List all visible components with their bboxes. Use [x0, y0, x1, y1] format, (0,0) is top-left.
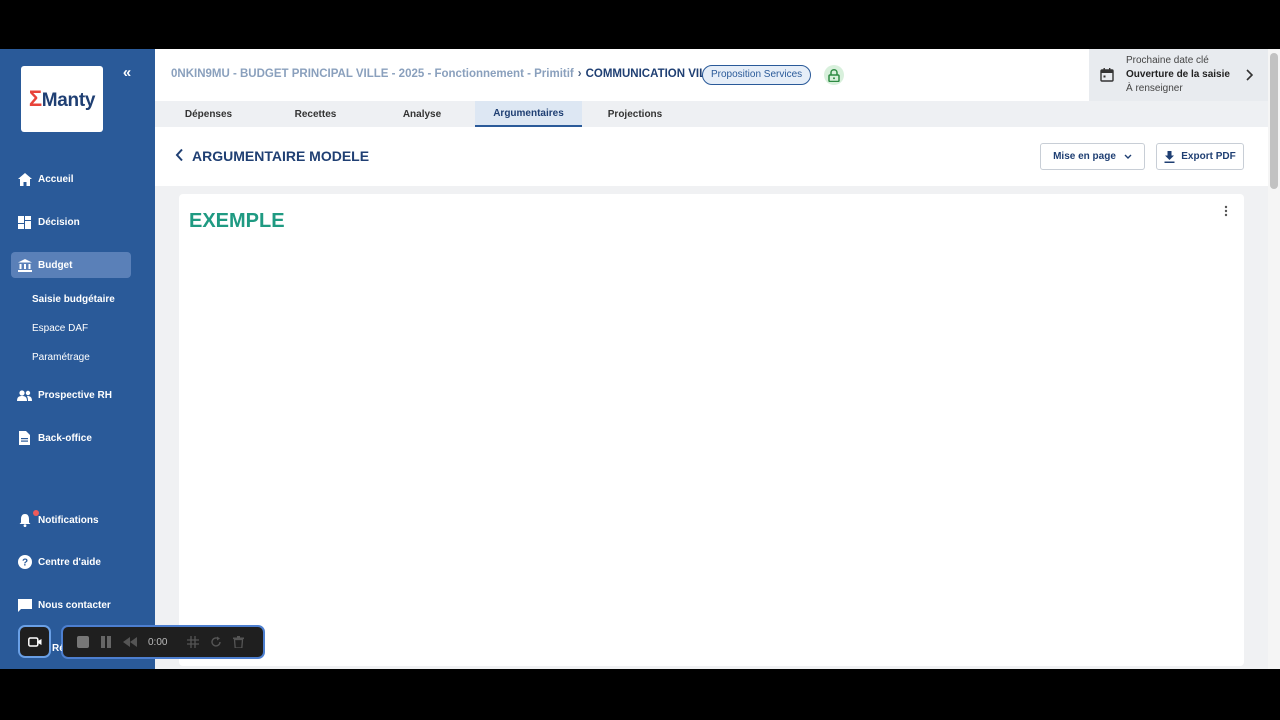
calendar-icon: [1100, 68, 1114, 87]
sidebar-item-label: Nous contacter: [38, 599, 111, 611]
page-title: ARGUMENTAIRE MODELE: [192, 148, 370, 164]
key-date-label: Prochaine date clé: [1126, 55, 1209, 66]
sidebar-item-prospective-rh[interactable]: Prospective RH: [11, 382, 131, 408]
tab-argumentaires[interactable]: Argumentaires: [475, 101, 582, 127]
recorder-camera-button[interactable]: [18, 625, 51, 658]
stop-icon[interactable]: [77, 636, 89, 648]
restart-icon[interactable]: [210, 636, 222, 648]
notification-dot: [33, 509, 39, 516]
sidebar-item-label: Centre d'aide: [38, 556, 101, 568]
recording-timer: 0:00: [148, 636, 168, 648]
breadcrumb-path[interactable]: 0NKIN9MU - BUDGET PRINCIPAL VILLE - 2025…: [171, 68, 574, 80]
sidebar-item-budget[interactable]: Budget: [11, 252, 131, 278]
letterbox-top: [0, 0, 1280, 49]
grid-icon[interactable]: [187, 636, 200, 648]
export-button-label: Export PDF: [1181, 151, 1236, 162]
sidebar-subitem-saisie-budgetaire[interactable]: Saisie budgétaire: [32, 294, 115, 305]
document-heading[interactable]: EXEMPLE: [189, 210, 285, 233]
scrollbar-thumb[interactable]: [1270, 53, 1278, 189]
help-icon: ?: [17, 555, 32, 570]
svg-text:?: ?: [21, 558, 27, 569]
people-icon: [17, 388, 32, 403]
recorder-toolbar: 0:00: [61, 625, 265, 659]
key-date-value: À renseigner: [1126, 83, 1183, 94]
sidebar-subitem-parametrage[interactable]: Paramétrage: [32, 352, 90, 363]
breadcrumb-current: COMMUNICATION VILLE: [585, 68, 721, 80]
unlock-icon[interactable]: [824, 65, 844, 85]
tab-depenses[interactable]: Dépenses: [155, 101, 262, 127]
camera-icon: [27, 636, 42, 647]
chat-icon: [17, 598, 32, 613]
sidebar-item-label: Back-office: [38, 432, 92, 444]
back-arrow-icon[interactable]: [175, 148, 184, 167]
layout-button-label: Mise en page: [1053, 151, 1116, 162]
rewind-icon[interactable]: [123, 637, 137, 647]
logo[interactable]: ΣManty: [21, 66, 103, 132]
app-window: ΣManty « Accueil Décision Budget Saisie …: [0, 49, 1280, 669]
sidebar-item-label: Accueil: [38, 173, 74, 185]
home-icon: [17, 172, 32, 187]
sidebar-item-label: Notifications: [38, 514, 99, 526]
layout-dropdown-button[interactable]: Mise en page: [1040, 143, 1145, 170]
key-date-event: Ouverture de la saisie: [1126, 69, 1230, 80]
document-editor[interactable]: EXEMPLE: [179, 194, 1244, 666]
sidebar-subitem-espace-daf[interactable]: Espace DAF: [32, 323, 88, 334]
breadcrumb: 0NKIN9MU - BUDGET PRINCIPAL VILLE - 2025…: [171, 68, 721, 80]
export-pdf-button[interactable]: Export PDF: [1156, 143, 1244, 170]
sidebar-item-label: Décision: [38, 216, 80, 228]
sidebar: ΣManty « Accueil Décision Budget Saisie …: [0, 49, 155, 669]
logo-word: Manty: [41, 90, 96, 111]
tab-analyse[interactable]: Analyse: [369, 101, 475, 127]
logo-text: ΣManty: [28, 86, 96, 112]
letterbox-bottom: [0, 669, 1280, 720]
pause-icon[interactable]: [100, 636, 112, 648]
document-icon: [17, 431, 32, 446]
tab-projections[interactable]: Projections: [582, 101, 688, 127]
dashboard-icon: [17, 215, 32, 230]
collapse-sidebar-icon[interactable]: «: [119, 65, 135, 81]
breadcrumb-separator: ›: [577, 68, 582, 80]
sidebar-item-back-office[interactable]: Back-office: [11, 425, 131, 451]
status-badge: Proposition Services: [702, 65, 812, 85]
sidebar-item-reglages-partial[interactable]: Réglages: [52, 643, 62, 654]
chevron-down-icon: [1124, 154, 1132, 160]
sidebar-item-label: Prospective RH: [38, 389, 112, 401]
tab-bar: Dépenses Recettes Analyse Argumentaires …: [155, 101, 1268, 127]
sidebar-item-accueil[interactable]: Accueil: [11, 166, 131, 192]
sidebar-item-decision[interactable]: Décision: [11, 209, 131, 235]
logo-sigma: Σ: [28, 86, 42, 111]
trash-icon[interactable]: [233, 636, 245, 648]
chevron-right-icon: [1245, 68, 1254, 86]
page-scrollbar[interactable]: [1268, 49, 1280, 669]
bank-icon: [17, 258, 32, 273]
sidebar-item-nous-contacter[interactable]: Nous contacter: [11, 592, 131, 618]
more-vertical-icon[interactable]: [1219, 204, 1233, 218]
page-title-bar: ARGUMENTAIRE MODELE Mise en page Export …: [155, 127, 1268, 186]
key-date-panel[interactable]: Prochaine date clé Ouverture de la saisi…: [1089, 49, 1268, 101]
sidebar-item-centre-aide[interactable]: ? Centre d'aide: [11, 549, 131, 575]
sidebar-item-notifications[interactable]: Notifications: [11, 507, 131, 533]
download-icon: [1164, 150, 1175, 163]
bell-icon: [17, 509, 39, 528]
sidebar-item-label: Budget: [38, 259, 73, 271]
tab-recettes[interactable]: Recettes: [262, 101, 369, 127]
top-header: 0NKIN9MU - BUDGET PRINCIPAL VILLE - 2025…: [155, 49, 1268, 101]
